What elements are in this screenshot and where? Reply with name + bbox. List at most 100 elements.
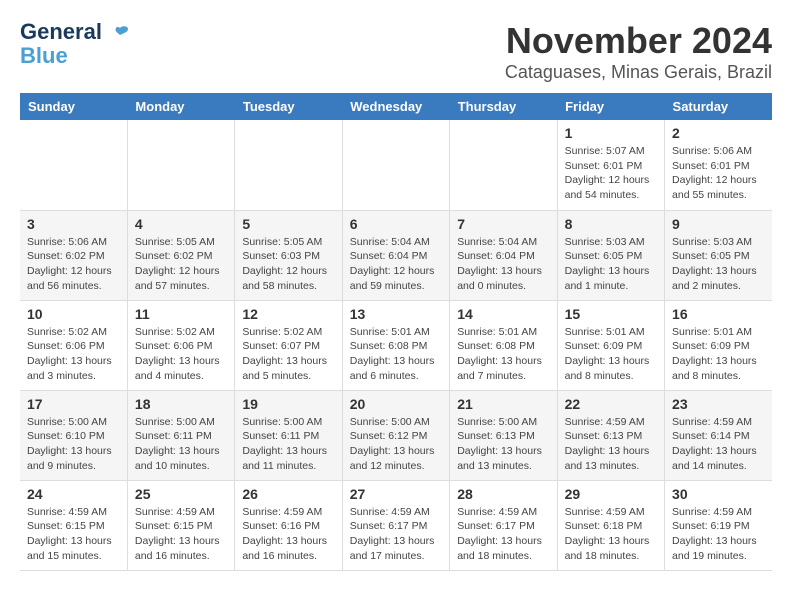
day-number: 27 (350, 486, 442, 502)
day-info: Sunrise: 5:02 AM Sunset: 6:06 PM Dayligh… (27, 325, 120, 384)
calendar-week-row: 3Sunrise: 5:06 AM Sunset: 6:02 PM Daylig… (20, 210, 772, 300)
day-info: Sunrise: 5:02 AM Sunset: 6:06 PM Dayligh… (135, 325, 227, 384)
calendar-day-5: 5Sunrise: 5:05 AM Sunset: 6:03 PM Daylig… (235, 210, 342, 300)
calendar-day-23: 23 Sunrise: 4:59 AM Sunset: 6:14 PM Dayli… (665, 390, 772, 480)
day-number: 23 (672, 396, 765, 412)
calendar-day-27: 27 Sunrise: 4:59 AM Sunset: 6:17 PM Dayli… (342, 480, 449, 570)
day-info: Sunrise: 5:03 AM Sunset: 6:05 PM Dayligh… (672, 235, 765, 294)
calendar-day-14: 14Sunrise: 5:01 AM Sunset: 6:08 PM Dayli… (450, 300, 557, 390)
day-info: Sunrise: 5:00 AM Sunset: 6:12 PM Dayligh… (350, 415, 442, 474)
day-info: Sunrise: 4:59 AM Sunset: 6:13 PM Dayligh… (565, 415, 657, 474)
calendar-day-20: 20 Sunrise: 5:00 AM Sunset: 6:12 PM Dayli… (342, 390, 449, 480)
day-number: 6 (350, 216, 442, 232)
logo: General Blue (20, 20, 130, 68)
day-number: 3 (27, 216, 120, 232)
day-number: 2 (672, 125, 765, 141)
day-info: Sunrise: 4:59 AM Sunset: 6:16 PM Dayligh… (242, 505, 334, 564)
day-number: 12 (242, 306, 334, 322)
calendar-day-26: 26 Sunrise: 4:59 AM Sunset: 6:16 PM Dayli… (235, 480, 342, 570)
day-number: 28 (457, 486, 549, 502)
empty-day-cell (450, 120, 557, 210)
day-number: 22 (565, 396, 657, 412)
calendar-day-9: 9 Sunrise: 5:03 AM Sunset: 6:05 PM Daylig… (665, 210, 772, 300)
weekday-header-sunday: Sunday (20, 93, 127, 120)
day-info: Sunrise: 5:00 AM Sunset: 6:13 PM Dayligh… (457, 415, 549, 474)
calendar-table: SundayMondayTuesdayWednesdayThursdayFrid… (20, 93, 772, 571)
day-info: Sunrise: 5:03 AM Sunset: 6:05 PM Dayligh… (565, 235, 657, 294)
weekday-header-friday: Friday (557, 93, 664, 120)
calendar-day-29: 29 Sunrise: 4:59 AM Sunset: 6:18 PM Dayli… (557, 480, 664, 570)
calendar-day-22: 22 Sunrise: 4:59 AM Sunset: 6:13 PM Dayli… (557, 390, 664, 480)
day-number: 13 (350, 306, 442, 322)
day-info: Sunrise: 5:01 AM Sunset: 6:08 PM Dayligh… (457, 325, 549, 384)
calendar-day-1: 1Sunrise: 5:07 AM Sunset: 6:01 PM Daylig… (557, 120, 664, 210)
day-number: 8 (565, 216, 657, 232)
empty-day-cell (20, 120, 127, 210)
day-number: 26 (242, 486, 334, 502)
calendar-day-3: 3Sunrise: 5:06 AM Sunset: 6:02 PM Daylig… (20, 210, 127, 300)
day-number: 19 (242, 396, 334, 412)
calendar-day-30: 30 Sunrise: 4:59 AM Sunset: 6:19 PM Dayli… (665, 480, 772, 570)
day-info: Sunrise: 5:00 AM Sunset: 6:11 PM Dayligh… (135, 415, 227, 474)
calendar-day-24: 24 Sunrise: 4:59 AM Sunset: 6:15 PM Dayli… (20, 480, 127, 570)
day-info: Sunrise: 5:01 AM Sunset: 6:09 PM Dayligh… (565, 325, 657, 384)
calendar-day-21: 21 Sunrise: 5:00 AM Sunset: 6:13 PM Dayli… (450, 390, 557, 480)
calendar-day-15: 15 Sunrise: 5:01 AM Sunset: 6:09 PM Dayli… (557, 300, 664, 390)
calendar-day-28: 28Sunrise: 4:59 AM Sunset: 6:17 PM Dayli… (450, 480, 557, 570)
day-number: 10 (27, 306, 120, 322)
calendar-week-row: 10 Sunrise: 5:02 AM Sunset: 6:06 PM Dayli… (20, 300, 772, 390)
weekday-header-tuesday: Tuesday (235, 93, 342, 120)
calendar-week-row: 17Sunrise: 5:00 AM Sunset: 6:10 PM Dayli… (20, 390, 772, 480)
day-number: 24 (27, 486, 120, 502)
empty-day-cell (127, 120, 234, 210)
title-section: November 2024 Cataguases, Minas Gerais, … (505, 20, 772, 83)
weekday-header-thursday: Thursday (450, 93, 557, 120)
day-info: Sunrise: 4:59 AM Sunset: 6:14 PM Dayligh… (672, 415, 765, 474)
calendar-day-4: 4Sunrise: 5:05 AM Sunset: 6:02 PM Daylig… (127, 210, 234, 300)
day-number: 15 (565, 306, 657, 322)
day-info: Sunrise: 5:01 AM Sunset: 6:08 PM Dayligh… (350, 325, 442, 384)
day-number: 1 (565, 125, 657, 141)
calendar-day-18: 18Sunrise: 5:00 AM Sunset: 6:11 PM Dayli… (127, 390, 234, 480)
weekday-header-monday: Monday (127, 93, 234, 120)
day-info: Sunrise: 4:59 AM Sunset: 6:15 PM Dayligh… (27, 505, 120, 564)
day-number: 30 (672, 486, 765, 502)
calendar-week-row: 1Sunrise: 5:07 AM Sunset: 6:01 PM Daylig… (20, 120, 772, 210)
calendar-day-19: 19Sunrise: 5:00 AM Sunset: 6:11 PM Dayli… (235, 390, 342, 480)
day-info: Sunrise: 5:04 AM Sunset: 6:04 PM Dayligh… (350, 235, 442, 294)
calendar-day-10: 10 Sunrise: 5:02 AM Sunset: 6:06 PM Dayli… (20, 300, 127, 390)
calendar-day-2: 2 Sunrise: 5:06 AM Sunset: 6:01 PM Daylig… (665, 120, 772, 210)
day-info: Sunrise: 4:59 AM Sunset: 6:19 PM Dayligh… (672, 505, 765, 564)
weekday-header-row: SundayMondayTuesdayWednesdayThursdayFrid… (20, 93, 772, 120)
day-number: 20 (350, 396, 442, 412)
day-number: 29 (565, 486, 657, 502)
page-header: General Blue November 2024 Cataguases, M… (20, 20, 772, 83)
day-info: Sunrise: 5:05 AM Sunset: 6:02 PM Dayligh… (135, 235, 227, 294)
day-info: Sunrise: 5:01 AM Sunset: 6:09 PM Dayligh… (672, 325, 765, 384)
calendar-day-7: 7Sunrise: 5:04 AM Sunset: 6:04 PM Daylig… (450, 210, 557, 300)
calendar-day-6: 6 Sunrise: 5:04 AM Sunset: 6:04 PM Daylig… (342, 210, 449, 300)
calendar-day-16: 16 Sunrise: 5:01 AM Sunset: 6:09 PM Dayli… (665, 300, 772, 390)
day-number: 21 (457, 396, 549, 412)
day-number: 9 (672, 216, 765, 232)
calendar-day-8: 8 Sunrise: 5:03 AM Sunset: 6:05 PM Daylig… (557, 210, 664, 300)
day-info: Sunrise: 5:04 AM Sunset: 6:04 PM Dayligh… (457, 235, 549, 294)
logo-blue: Blue (20, 44, 68, 68)
logo-bird-icon (110, 23, 130, 43)
empty-day-cell (342, 120, 449, 210)
day-number: 16 (672, 306, 765, 322)
calendar-day-13: 13 Sunrise: 5:01 AM Sunset: 6:08 PM Dayli… (342, 300, 449, 390)
day-info: Sunrise: 5:06 AM Sunset: 6:01 PM Dayligh… (672, 144, 765, 203)
day-number: 11 (135, 306, 227, 322)
day-info: Sunrise: 4:59 AM Sunset: 6:15 PM Dayligh… (135, 505, 227, 564)
weekday-header-wednesday: Wednesday (342, 93, 449, 120)
logo-general: General (20, 19, 102, 44)
calendar-day-25: 25 Sunrise: 4:59 AM Sunset: 6:15 PM Dayli… (127, 480, 234, 570)
day-number: 25 (135, 486, 227, 502)
weekday-header-saturday: Saturday (665, 93, 772, 120)
day-info: Sunrise: 4:59 AM Sunset: 6:18 PM Dayligh… (565, 505, 657, 564)
calendar-day-17: 17Sunrise: 5:00 AM Sunset: 6:10 PM Dayli… (20, 390, 127, 480)
day-info: Sunrise: 4:59 AM Sunset: 6:17 PM Dayligh… (350, 505, 442, 564)
month-title: November 2024 (505, 20, 772, 62)
day-number: 5 (242, 216, 334, 232)
